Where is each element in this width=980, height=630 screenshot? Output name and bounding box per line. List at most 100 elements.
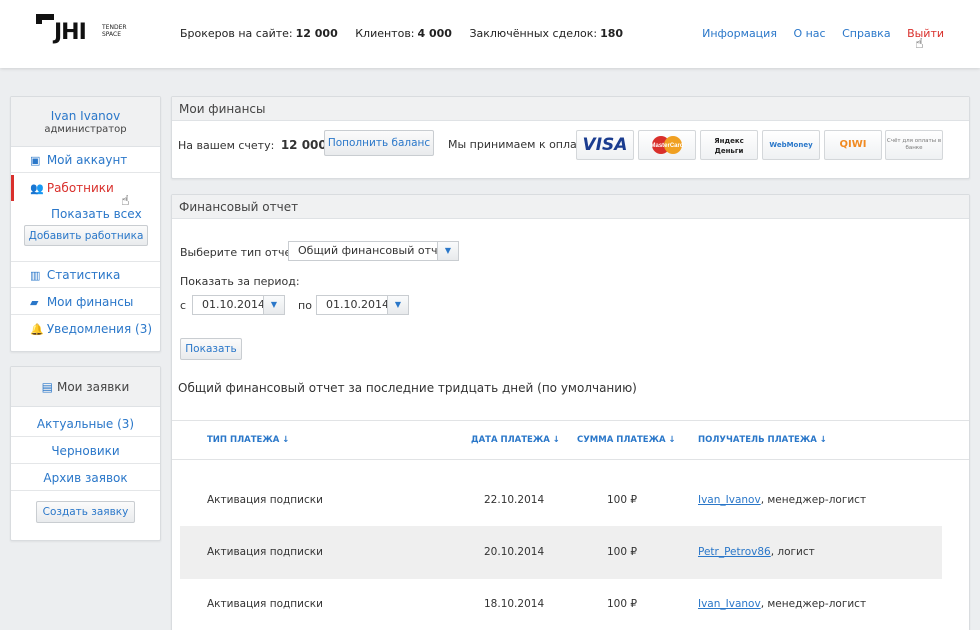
recipient-link[interactable]: Petr_Petrov86 <box>698 546 771 558</box>
orders-archive[interactable]: Архив заявок <box>11 465 160 491</box>
date-to-select[interactable]: 01.10.2014 ▼ <box>316 295 409 315</box>
mastercard-logo: MasterCard <box>638 130 696 160</box>
clients-value: 4 000 <box>417 27 452 40</box>
report-panel: Финансовый отчет Выберите тип отчета: Об… <box>171 194 970 630</box>
menu-statistics-label: Статистика <box>46 268 121 282</box>
table-row: Активация подписки 22.10.2014 100 ₽ Ivan… <box>180 474 942 527</box>
to-label: по <box>298 299 312 312</box>
row-date: 20.10.2014 <box>484 546 545 558</box>
menu-notifications[interactable]: 🔔 Уведомления (3) <box>11 316 160 342</box>
period-label: Показать за период: <box>180 275 300 288</box>
orders-panel: ▤ Мои заявки Актуальные (3) Черновики Арх… <box>10 366 161 541</box>
deals-label: Заключённых сделок: <box>469 27 598 40</box>
visa-logo: VISA <box>576 130 634 160</box>
report-heading: Общий финансовый отчет за последние трид… <box>178 381 637 395</box>
orders-current[interactable]: Актуальные (3) <box>11 411 160 437</box>
date-from-value: 01.10.2014 <box>202 298 265 311</box>
row-date: 22.10.2014 <box>484 494 545 506</box>
col-payment-recipient[interactable]: ПОЛУЧАТЕЛЬ ПЛАТЕЖА ↓ <box>698 435 827 445</box>
row-amount: 100 ₽ <box>607 494 638 506</box>
topup-button[interactable]: Пополнить баланс <box>324 130 434 156</box>
nav-info-link[interactable]: Информация <box>702 27 777 40</box>
from-label: с <box>180 299 187 312</box>
user-header: Ivan Ivanov администратор <box>11 97 160 147</box>
logo-caption-line1: TENDER <box>102 24 127 31</box>
report-type-value: Общий финансовый отчет <box>298 244 451 257</box>
chevron-down-icon: ▼ <box>437 242 458 260</box>
logout-link[interactable]: Выйти <box>907 27 944 40</box>
orders-title: Мои заявки <box>56 380 130 394</box>
menu-my-account-label: Мой аккаунт <box>46 153 128 167</box>
recipient-link[interactable]: Ivan_Ivanov <box>698 494 761 506</box>
row-amount: 100 ₽ <box>607 598 638 610</box>
recipient-role: , менеджер-логист <box>760 598 867 610</box>
add-worker-button[interactable]: Добавить работника <box>24 225 148 246</box>
date-to-value: 01.10.2014 <box>326 298 389 311</box>
mastercard-text: MasterCard <box>650 143 683 149</box>
orders-header: ▤ Мои заявки <box>11 367 160 407</box>
qiwi-logo: QIWI <box>824 130 882 160</box>
mastercard-icon: MasterCard <box>650 136 684 154</box>
report-type-select[interactable]: Общий финансовый отчет ▼ <box>288 241 459 261</box>
row-recipient: Petr_Petrov86, логист <box>698 546 815 558</box>
col-payment-date[interactable]: ДАТА ПЛАТЕЖА ↓ <box>471 435 560 445</box>
logo-mark: JHI <box>54 20 87 45</box>
top-header: JHI TENDER SPACE Брокеров на сайте: 12 00… <box>0 0 980 68</box>
yandex-money-logo: Яндекс Деньги <box>700 130 758 160</box>
workers-icon: 👥 <box>30 182 44 195</box>
brokers-value: 12 000 <box>295 27 338 40</box>
table-row: Активация подписки 20.10.2014 100 ₽ Petr… <box>180 526 942 579</box>
menu-workers[interactable]: 👥 Работники <box>11 175 160 201</box>
menu-my-account[interactable]: ▣ Мой аккаунт <box>11 147 160 173</box>
nav-help-link[interactable]: Справка <box>842 27 890 40</box>
top-nav: Информация О нас Справка Выйти <box>689 27 944 40</box>
row-type: Активация подписки <box>207 598 323 610</box>
logo-corner-mark <box>36 14 54 24</box>
balance-row: На вашем счету: 12 000 ₽ <box>178 138 339 152</box>
show-all-workers-link[interactable]: Показать всех <box>51 207 142 221</box>
document-icon: ▤ <box>41 380 53 394</box>
finances-title: Мои финансы <box>172 97 969 121</box>
stats-icon: ▥ <box>30 269 41 282</box>
row-date: 18.10.2014 <box>484 598 545 610</box>
site-stats: Брокеров на сайте: 12 000 Клиентов: 4 000 … <box>180 27 637 40</box>
hand-cursor-icon: ☝ <box>915 36 924 52</box>
report-title: Финансовый отчет <box>172 195 969 219</box>
logo[interactable]: JHI TENDER SPACE <box>36 14 136 48</box>
row-type: Активация подписки <box>207 494 323 506</box>
create-order-button[interactable]: Создать заявку <box>36 501 135 523</box>
bell-icon: 🔔 <box>30 323 44 336</box>
col-payment-amount[interactable]: СУММА ПЛАТЕЖА ↓ <box>577 435 676 445</box>
menu-workers-label: Работники <box>46 181 114 195</box>
clients-label: Клиентов: <box>355 27 415 40</box>
row-type: Активация подписки <box>207 546 323 558</box>
user-role: администратор <box>44 124 127 135</box>
orders-drafts[interactable]: Черновики <box>11 438 160 464</box>
recipient-role: , менеджер-логист <box>760 494 867 506</box>
bank-invoice-logo: Счёт для оплаты в банке <box>885 130 943 160</box>
accept-label: Мы принимаем к оплате: <box>448 138 594 151</box>
col-payment-type[interactable]: ТИП ПЛАТЕЖА ↓ <box>207 435 289 445</box>
logo-caption-line2: SPACE <box>102 31 122 38</box>
row-recipient: Ivan_Ivanov, менеджер-логист <box>698 494 866 506</box>
row-amount: 100 ₽ <box>607 546 638 558</box>
menu-my-finances[interactable]: ▰ Мои финансы <box>11 289 160 315</box>
chevron-down-icon: ▼ <box>387 296 408 314</box>
date-from-select[interactable]: 01.10.2014 ▼ <box>192 295 285 315</box>
menu-statistics[interactable]: ▥ Статистика <box>11 262 160 288</box>
logo-caption: TENDER SPACE <box>102 24 127 38</box>
deals-value: 180 <box>600 27 624 40</box>
chevron-down-icon: ▼ <box>263 296 284 314</box>
user-name[interactable]: Ivan Ivanov <box>11 109 160 123</box>
finances-panel: Мои финансы На вашем счету: 12 000 ₽ Поп… <box>171 96 970 179</box>
balance-label: На вашем счету: <box>178 139 275 152</box>
hand-cursor-icon: ☝ <box>121 193 130 209</box>
table-row: Активация подписки 18.10.2014 100 ₽ Ivan… <box>180 578 942 630</box>
webmoney-logo: WebMoney <box>762 130 820 160</box>
row-recipient: Ivan_Ivanov, менеджер-логист <box>698 598 866 610</box>
recipient-role: , логист <box>770 546 815 558</box>
recipient-link[interactable]: Ivan_Ivanov <box>698 598 761 610</box>
show-report-button[interactable]: Показать <box>180 338 242 360</box>
nav-about-link[interactable]: О нас <box>793 27 825 40</box>
wallet-icon: ▰ <box>30 296 39 309</box>
